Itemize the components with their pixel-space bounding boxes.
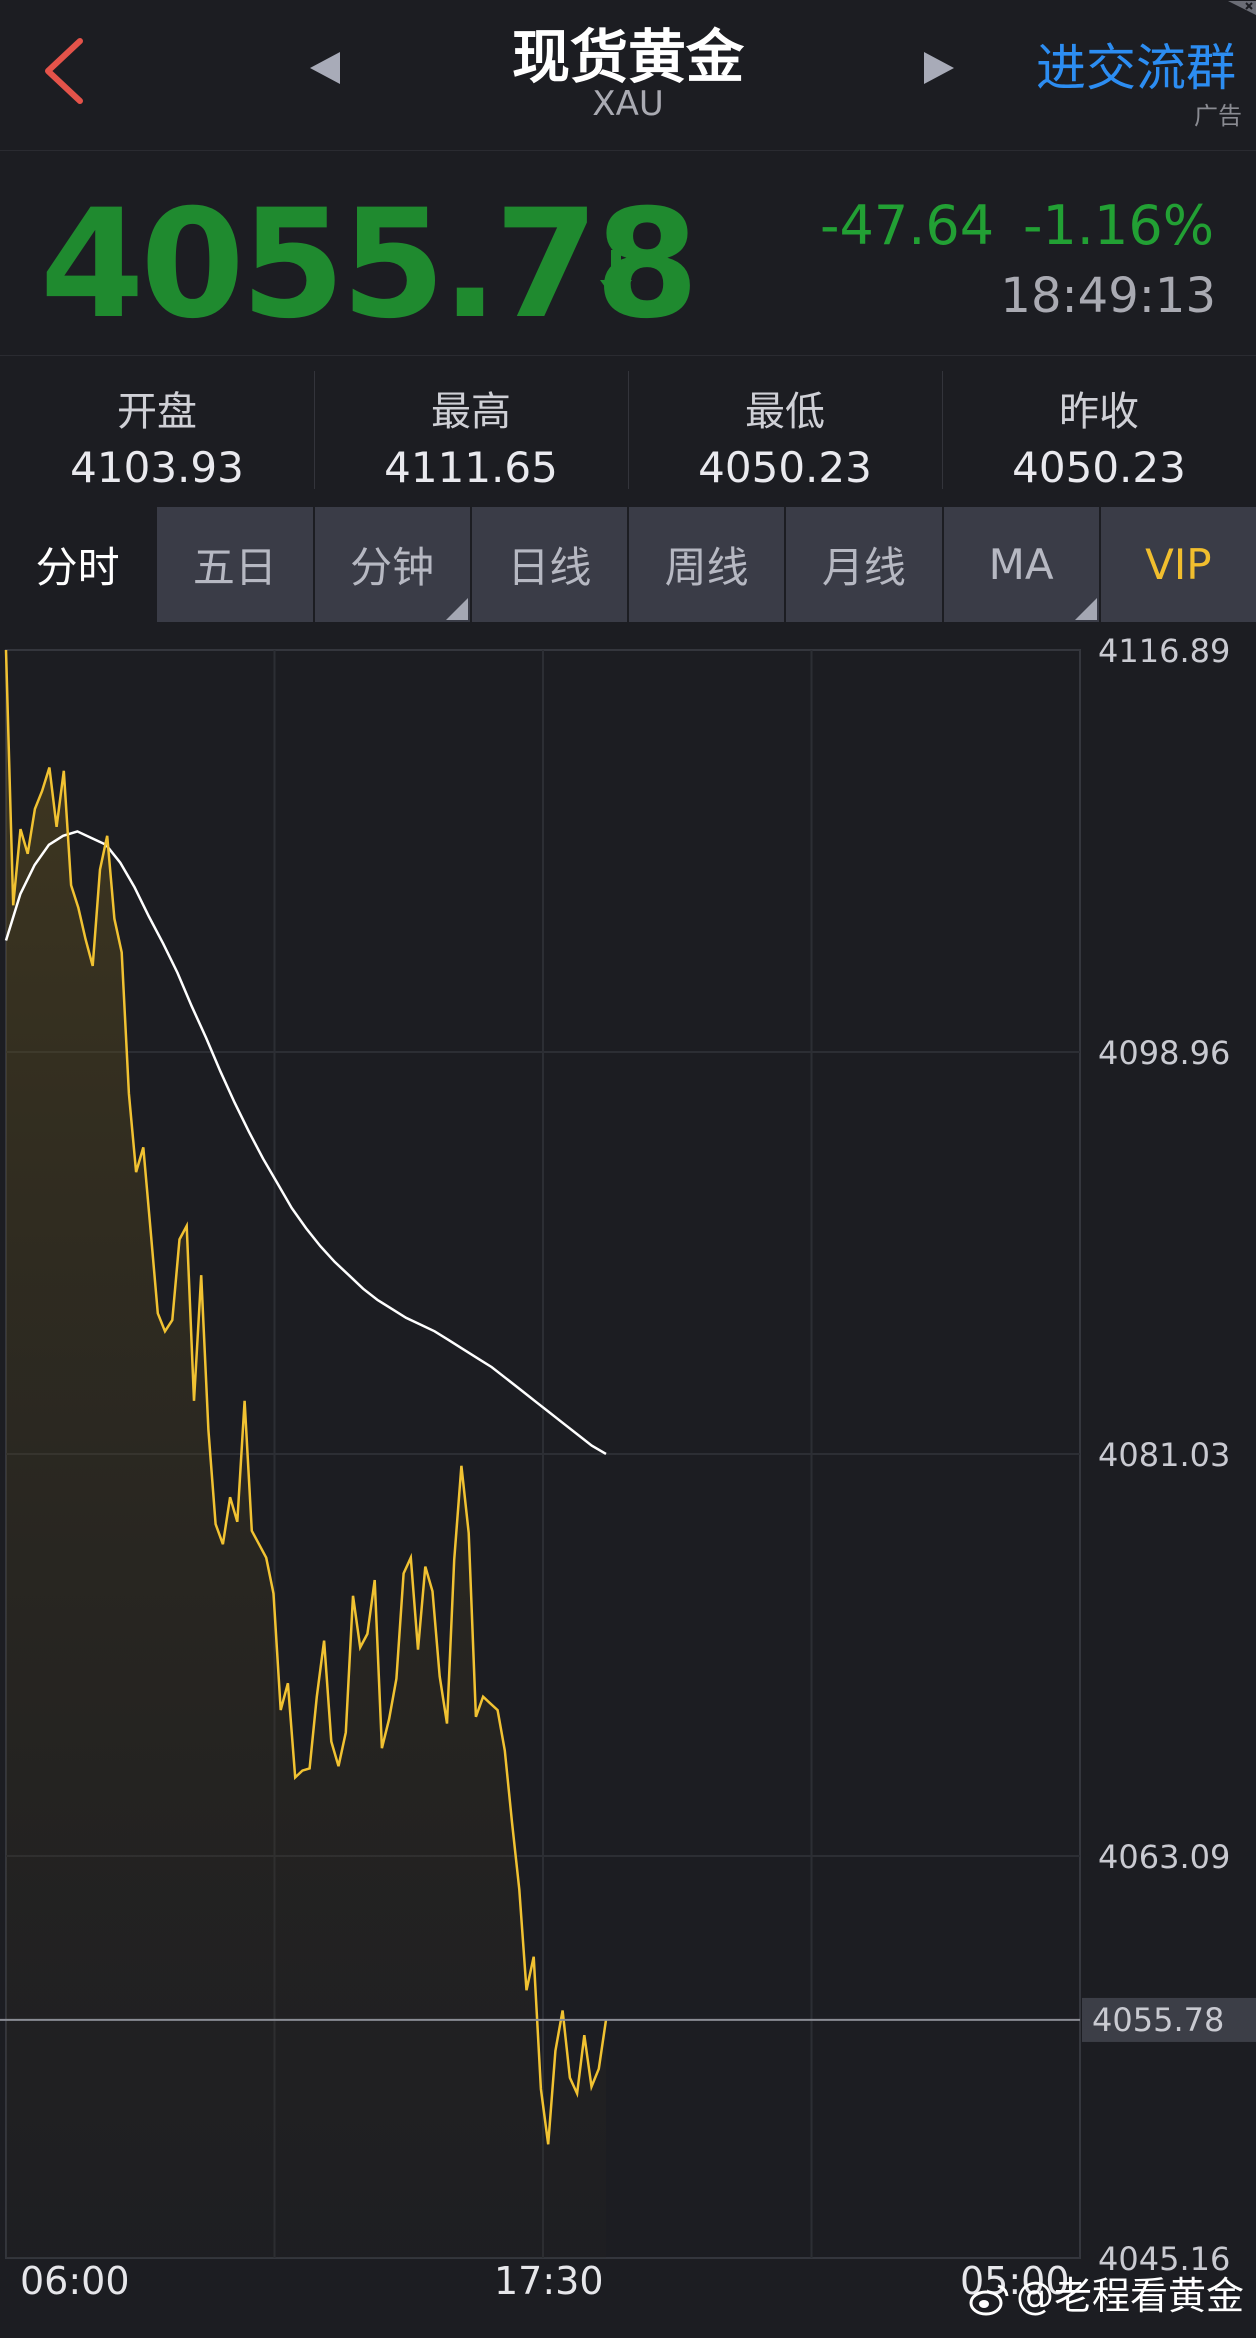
- tab-weekly[interactable]: 周线: [627, 507, 785, 622]
- join-group-link[interactable]: 进交流群: [1036, 28, 1236, 100]
- x-tick-label: 17:30: [494, 2259, 604, 2303]
- quote-panel: 4055.78 -47.64 -1.16% 18:49:13: [0, 150, 1256, 356]
- price-change: -47.64: [820, 194, 995, 257]
- stats-row: 开盘 4103.93 最高 4111.65 最低 4050.23 昨收 4050…: [0, 355, 1256, 507]
- triangle-right-icon: [924, 52, 954, 84]
- arrow-down-icon: [596, 246, 636, 306]
- stat-prev-close: 昨收 4050.23: [942, 355, 1256, 507]
- symbol-code: XAU: [592, 84, 664, 124]
- watermark-text: @老程看黄金: [1015, 2274, 1244, 2318]
- header-bar: 现货黄金 XAU 进交流群 广告: [0, 0, 1256, 151]
- close-ad-button[interactable]: [1228, 0, 1256, 15]
- stat-label: 开盘: [117, 389, 197, 435]
- back-button[interactable]: [40, 35, 100, 105]
- ad-badge: 广告: [1194, 102, 1242, 130]
- price-change-percent: -1.16%: [1022, 194, 1214, 257]
- y-tick-label: 4081.03: [1098, 1436, 1230, 1474]
- stat-label: 昨收: [1059, 389, 1139, 435]
- stat-low: 最低 4050.23: [628, 355, 942, 507]
- tab-minute[interactable]: 分钟: [312, 507, 470, 622]
- y-tick-label: 4098.96: [1098, 1034, 1230, 1072]
- stat-high: 最高 4111.65: [314, 355, 628, 507]
- x-tick-label: 06:00: [20, 2259, 130, 2303]
- tab-monthly[interactable]: 月线: [784, 507, 942, 622]
- triangle-left-icon: [310, 52, 340, 84]
- stat-label: 最高: [431, 389, 511, 435]
- intraday-chart[interactable]: 4055.78 4116.89 4098.96 4081.03 4063.09 4045…: [0, 622, 1256, 2334]
- tab-vip[interactable]: VIP: [1098, 507, 1256, 622]
- y-tick-label: 4063.09: [1098, 1838, 1230, 1876]
- tab-five-day[interactable]: 五日: [155, 507, 313, 622]
- y-tick-label: 4116.89: [1098, 632, 1230, 670]
- previous-symbol-button[interactable]: [306, 48, 346, 88]
- last-price-label: 4055.78: [1092, 2001, 1224, 2039]
- stat-value: 4050.23: [1012, 443, 1186, 492]
- stat-open: 开盘 4103.93: [0, 355, 314, 507]
- tab-daily[interactable]: 日线: [469, 507, 627, 622]
- stat-value: 4050.23: [698, 443, 872, 492]
- stat-label: 最低: [745, 389, 825, 435]
- next-symbol-button[interactable]: [918, 48, 958, 88]
- tab-ma[interactable]: MA: [941, 507, 1099, 622]
- intraday-chart-svg: 4055.78 4116.894098.964081.034063.094045…: [0, 632, 1256, 2303]
- quote-time: 18:49:13: [1000, 268, 1216, 324]
- stat-value: 4103.93: [70, 443, 244, 492]
- page-title: 现货黄金: [511, 23, 744, 91]
- chart-period-tabs: 分时 五日 分钟 日线 周线 月线 MA VIP: [0, 507, 1256, 622]
- stat-value: 4111.65: [384, 443, 558, 492]
- watermark: @老程看黄金: [968, 2265, 1244, 2320]
- tab-intraday[interactable]: 分时: [0, 507, 156, 622]
- close-icon: [1228, 1, 1256, 15]
- chevron-left-icon: [45, 38, 83, 104]
- weibo-icon: [969, 2284, 1009, 2315]
